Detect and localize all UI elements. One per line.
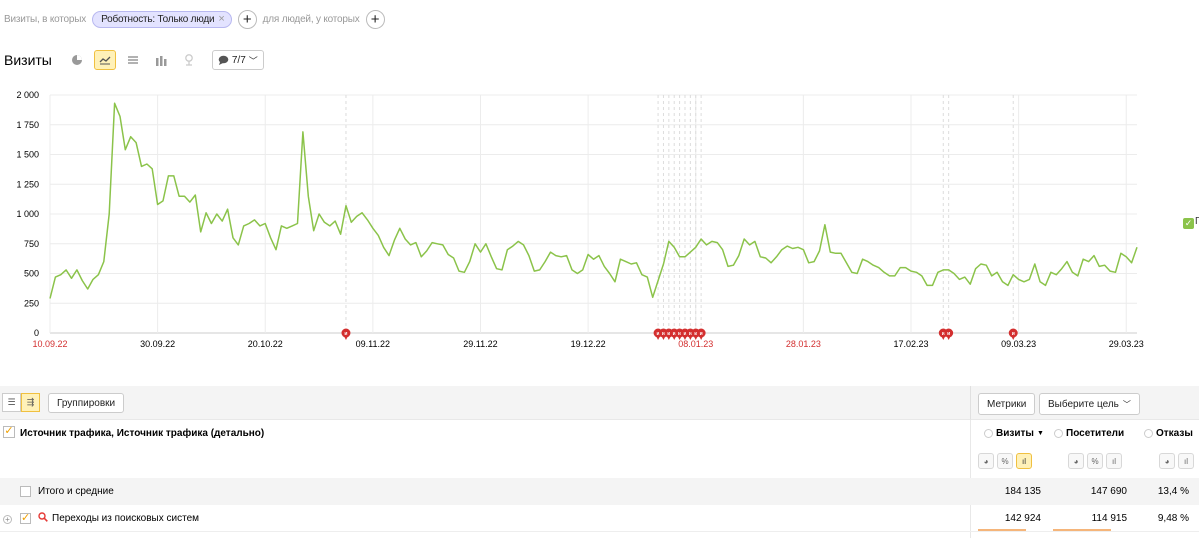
y-tick-label: 500 [24, 269, 39, 279]
area-chart-icon[interactable] [122, 50, 144, 70]
tree-view-icon[interactable]: ⇶ [21, 393, 40, 412]
annotations-count: 7/7 [231, 54, 246, 66]
visits-line-chart[interactable]: 0 250 500 750 1 000 1 250 1 500 1 750 2 000 10.09… [0, 84, 1160, 354]
total-row: Итого и средние 184 135 147 690 13,4 % [0, 478, 1199, 505]
table-toolbar: ☰ ⇶ Группировки [0, 386, 970, 420]
pie-chart-icon[interactable] [66, 50, 88, 70]
list-view-icon[interactable]: ☰ [2, 393, 21, 412]
x-tick-label: 17.02.23 [893, 339, 928, 349]
goal-select-label: Выберите цель [1048, 398, 1119, 410]
y-tick-label: 2 000 [16, 90, 39, 100]
bars-icon[interactable]: ıl [1016, 453, 1032, 469]
comment-icon [218, 55, 229, 65]
y-tick-label: 1 250 [16, 179, 39, 189]
y-tick-label: 1 500 [16, 150, 39, 160]
visits-series-line [49, 102, 1138, 299]
total-row-checkbox[interactable] [20, 486, 31, 497]
chevron-down-icon: ﹀ [1122, 399, 1131, 409]
dimension-checkbox[interactable]: ✓ [3, 426, 15, 438]
annotations-button[interactable]: 7/7 ﹀ [211, 50, 264, 70]
row-label[interactable]: Переходы из поисковых систем [52, 513, 199, 524]
annotation-glyph: и [700, 331, 703, 337]
close-icon[interactable]: × [218, 13, 224, 25]
percent-icon[interactable]: % [1087, 453, 1103, 469]
y-tick-label: 1 750 [16, 120, 39, 130]
legend-checkbox[interactable]: ✓ [1183, 218, 1194, 229]
goal-select[interactable]: Выберите цель ﹀ [1039, 393, 1140, 415]
metric-header-visitors[interactable]: Посетители [1054, 428, 1124, 439]
x-tick-label: 29.03.23 [1109, 339, 1144, 349]
y-tick-label: 1 000 [16, 209, 39, 219]
map-pin-icon [178, 50, 200, 70]
table-row[interactable]: + ✓ Переходы из поисковых систем 142 924… [0, 505, 1199, 532]
add-people-filter-button[interactable]: + [365, 9, 385, 29]
chevron-down-icon: ﹀ [248, 55, 258, 66]
visits-filter-label: Визиты, в которых [4, 13, 87, 25]
report-table: ☰ ⇶ Группировки Метрики Выберите цель ﹀ … [0, 386, 1199, 538]
line-chart-icon[interactable] [93, 50, 116, 70]
metric-radio[interactable] [1144, 429, 1153, 438]
visits-view-toggle: ◕ % ıl [978, 453, 1032, 469]
search-icon [38, 512, 48, 522]
legend-label: П [1195, 216, 1199, 227]
metric-header-visits[interactable]: Визиты ▼ [984, 428, 1044, 439]
x-tick-label: 19.12.22 [571, 339, 606, 349]
sort-desc-icon: ▼ [1036, 430, 1044, 437]
metrics-button[interactable]: Метрики [978, 393, 1036, 415]
chart-title: Визиты [4, 52, 52, 68]
metric-label: Визиты [996, 428, 1034, 439]
segment-pill[interactable]: Роботность: Только люди × [92, 10, 232, 28]
total-visitors: 147 690 [1090, 486, 1127, 497]
x-tick-label: 08.01.23 [678, 339, 713, 349]
groupings-button[interactable]: Группировки [48, 393, 125, 413]
metric-label: Посетители [1066, 428, 1125, 439]
visitors-share-bar [1053, 529, 1111, 531]
total-bounces: 13,4 % [1157, 486, 1189, 497]
annotation-glyph: и [344, 331, 347, 337]
segment-pill-label: Роботность: Только люди [101, 13, 215, 25]
segment-filter-bar: Визиты, в которых Роботность: Только люд… [4, 9, 385, 29]
x-tick-label: 29.11.22 [463, 339, 497, 349]
metric-radio[interactable] [984, 429, 993, 438]
bar-chart-icon[interactable] [150, 50, 172, 70]
total-row-label: Итого и средние [38, 486, 114, 497]
table-header: ✓ Источник трафика, Источник трафика (де… [0, 420, 1199, 478]
visits-share-bar [978, 529, 1026, 531]
total-visits: 184 135 [1004, 486, 1041, 497]
expand-row-icon[interactable]: + [3, 515, 12, 524]
annotation-glyph: и [947, 331, 950, 337]
bars-icon[interactable]: ıl [1106, 453, 1122, 469]
add-visits-filter-button[interactable]: + [237, 9, 257, 29]
row-visits: 142 924 [1004, 513, 1041, 524]
visitors-view-toggle: ◕ % ıl [1068, 453, 1122, 469]
y-tick-label: 750 [24, 239, 39, 249]
metric-radio[interactable] [1054, 429, 1063, 438]
x-tick-label: 09.11.22 [356, 339, 390, 349]
pie-icon[interactable]: ◕ [1159, 453, 1175, 469]
x-tick-label: 30.09.22 [140, 339, 175, 349]
metric-label: Отказы [1156, 428, 1193, 439]
x-tick-label: 20.10.22 [248, 339, 283, 349]
chart-header: Визиты 7/7 ﹀ [4, 49, 264, 71]
dimension-title[interactable]: Источник трафика, Источник трафика (дета… [20, 428, 264, 439]
x-tick-label: 28.01.23 [786, 339, 821, 349]
x-tick-label: 10.09.22 [32, 339, 67, 349]
row-checkbox[interactable]: ✓ [20, 513, 31, 524]
row-visitors: 114 915 [1091, 513, 1127, 524]
bounces-view-toggle: ◕ ıl [1159, 453, 1194, 469]
metrics-toolbar: Метрики Выберите цель ﹀ [970, 386, 1199, 420]
annotation-glyph: и [1012, 331, 1015, 337]
view-mode-toggle: ☰ ⇶ [2, 393, 40, 412]
people-filter-label: для людей, у которых [262, 13, 360, 25]
row-bounces: 9,48 % [1157, 513, 1189, 524]
y-tick-label: 0 [34, 328, 39, 338]
x-tick-label: 09.03.23 [1001, 339, 1036, 349]
pie-icon[interactable]: ◕ [1068, 453, 1084, 469]
pie-icon[interactable]: ◕ [978, 453, 994, 469]
percent-icon[interactable]: % [997, 453, 1013, 469]
bars-icon[interactable]: ıl [1178, 453, 1194, 469]
metric-header-bounces[interactable]: Отказы [1144, 428, 1193, 439]
y-tick-label: 250 [24, 298, 39, 308]
